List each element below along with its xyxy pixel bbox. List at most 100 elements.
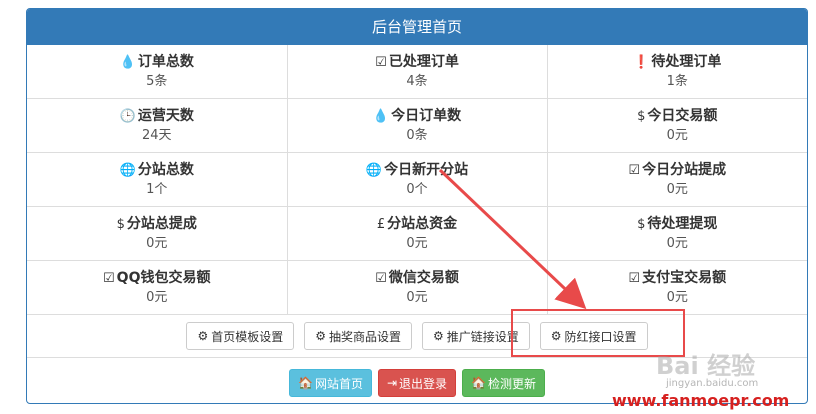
stat-value: 0条 [406,128,428,143]
stat-cell: ☑ 已处理订单 4条 [287,45,548,99]
gear-icon: ⚙ [550,329,562,343]
stat-label: $ 今日交易额 [548,106,808,127]
stat-cell: 💧 今日订单数 0条 [287,98,548,153]
globe-icon: 🌐 [119,163,136,178]
check-square-icon: ☑ [103,271,115,286]
stat-cell: £ 分站总资金 0元 [287,206,548,261]
stat-value: 0元 [666,128,688,143]
stat-cell: $ 今日交易额 0元 [547,98,808,153]
button-label: 首页模板设置 [211,329,284,344]
stat-label: 🕒 运营天数 [27,106,287,127]
stat-value: 0元 [666,236,688,251]
lottery-product-settings-button[interactable]: ⚙ 抽奖商品设置 [304,322,412,350]
promotion-link-settings-button[interactable]: ⚙ 推广链接设置 [422,322,530,350]
stat-value: 4条 [406,74,428,89]
stat-label-text: 待处理订单 [651,54,722,70]
stat-value: 1条 [666,74,688,89]
stat-label: $ 分站总提成 [27,214,287,235]
stat-cell: ☑ 今日分站提成 0元 [547,152,807,207]
stat-label: ☑ 微信交易额 [288,268,547,289]
anti-red-api-settings-button[interactable]: ⚙ 防红接口设置 [539,322,648,350]
stat-label-text: QQ钱包交易额 [116,270,211,286]
button-label: 抽奖商品设置 [328,329,401,344]
stat-label-text: 已处理订单 [388,54,459,70]
dollar-icon: $ [637,217,646,232]
gear-icon: ⚙ [433,329,444,343]
stat-value: 1个 [146,182,168,197]
globe-icon: 🌐 [365,163,383,178]
stats-row: 💧 订单总数 5条 ☑ 已处理订单 4条 ❗ 待处理订单 1条 [27,45,807,99]
button-label: 退出登录 [399,376,448,391]
droplet-icon: 💧 [372,109,390,124]
button-label: 网站首页 [314,376,363,391]
logout-button[interactable]: ⇥ 退出登录 [377,369,457,397]
stat-label: 💧 订单总数 [27,52,287,73]
stat-cell: 🕒 运营天数 24天 [27,98,288,153]
stat-value: 0元 [666,290,688,305]
stat-label-text: 微信交易额 [388,270,459,286]
stat-label: ☑ 已处理订单 [288,52,547,73]
gbp-icon: £ [376,217,386,232]
stat-label: ☑ QQ钱包交易额 [27,268,287,289]
homepage-template-settings-button[interactable]: ⚙ 首页模板设置 [186,322,295,350]
stat-label: 💧 今日订单数 [288,106,547,127]
stats-table: 💧 订单总数 5条 ☑ 已处理订单 4条 ❗ 待处理订单 1条 🕒 运营天数 24天 💧 今日订单数 0条 $… [27,45,807,315]
button-label: 防红接口设置 [564,329,637,344]
stat-value: 0元 [146,236,168,251]
stat-label-text: 运营天数 [137,108,194,124]
stat-cell: ☑ 支付宝交易额 0元 [547,260,808,315]
stats-row: 🕒 运营天数 24天 💧 今日订单数 0条 $ 今日交易额 0元 [27,98,808,153]
stat-cell: 🌐 分站总数 1个 [27,152,288,207]
sign-out-icon: ⇥ [386,376,398,390]
droplet-icon: 💧 [119,55,136,70]
stat-label: $ 待处理提现 [548,214,808,235]
stats-row: ☑ QQ钱包交易额 0元 ☑ 微信交易额 0元 ☑ 支付宝交易额 0元 [27,260,808,315]
stat-value: 0元 [146,290,168,305]
home-icon: 🏠 [471,376,486,390]
check-square-icon: ☑ [628,271,641,286]
admin-panel: 后台管理首页 💧 订单总数 5条 ☑ 已处理订单 4条 ❗ 待处理订单 1条 🕒 运营天数 24天 💧 今… [26,8,808,404]
stat-cell: 💧 订单总数 5条 [27,45,288,99]
stats-row: 🌐 分站总数 1个 🌐 今日新开分站 0个 ☑ 今日分站提成 0元 [27,152,807,207]
check-update-button[interactable]: 🏠 检测更新 [462,369,545,397]
stat-label: 🌐 今日新开分站 [288,160,547,181]
stat-label-text: 分站总资金 [387,216,458,232]
stat-value: 0元 [666,182,688,197]
stat-label-text: 今日订单数 [391,108,462,124]
check-square-icon: ☑ [375,271,387,286]
site-watermark: www.fanmoepr.com [612,391,790,410]
jingyan-watermark: jingyan.baidu.com [666,378,759,389]
check-square-icon: ☑ [628,163,641,178]
exclamation-circle-icon: ❗ [633,55,650,70]
button-label: 检测更新 [487,376,536,391]
stat-label-text: 今日分站提成 [642,162,727,178]
stat-cell: $ 分站总提成 0元 [27,206,288,261]
baidu-watermark: Bai 经验 [656,352,756,380]
stat-label: ❗ 待处理订单 [548,52,808,73]
stat-label: £ 分站总资金 [288,214,547,235]
stat-value: 0元 [406,236,428,251]
stat-label-text: 分站总提成 [126,216,197,232]
stat-value: 0元 [406,290,428,305]
stat-value: 0个 [406,182,428,197]
check-square-icon: ☑ [375,55,387,70]
gear-icon: ⚙ [315,329,326,343]
stat-label: 🌐 分站总数 [27,160,287,181]
stat-cell: 🌐 今日新开分站 0个 [287,152,548,207]
panel-title: 后台管理首页 [27,9,807,45]
dollar-icon: $ [116,217,125,232]
clock-icon: 🕒 [119,109,136,124]
stat-cell: ❗ 待处理订单 1条 [547,45,807,99]
stat-label-text: 订单总数 [137,54,194,70]
stats-row: $ 分站总提成 0元 £ 分站总资金 0元 $ 待处理提现 0元 [27,206,808,261]
stat-label-text: 待处理提现 [647,216,718,232]
home-icon: 🏠 [297,376,313,390]
button-label: 推广链接设置 [446,329,519,344]
stat-cell: ☑ QQ钱包交易额 0元 [27,260,288,315]
stat-label-text: 分站总数 [137,162,194,178]
gear-icon: ⚙ [197,329,209,343]
stat-label-text: 今日新开分站 [384,162,469,178]
stat-label-text: 支付宝交易额 [642,270,727,286]
site-home-button[interactable]: 🏠 网站首页 [288,369,372,397]
stat-label: ☑ 支付宝交易额 [548,268,808,289]
